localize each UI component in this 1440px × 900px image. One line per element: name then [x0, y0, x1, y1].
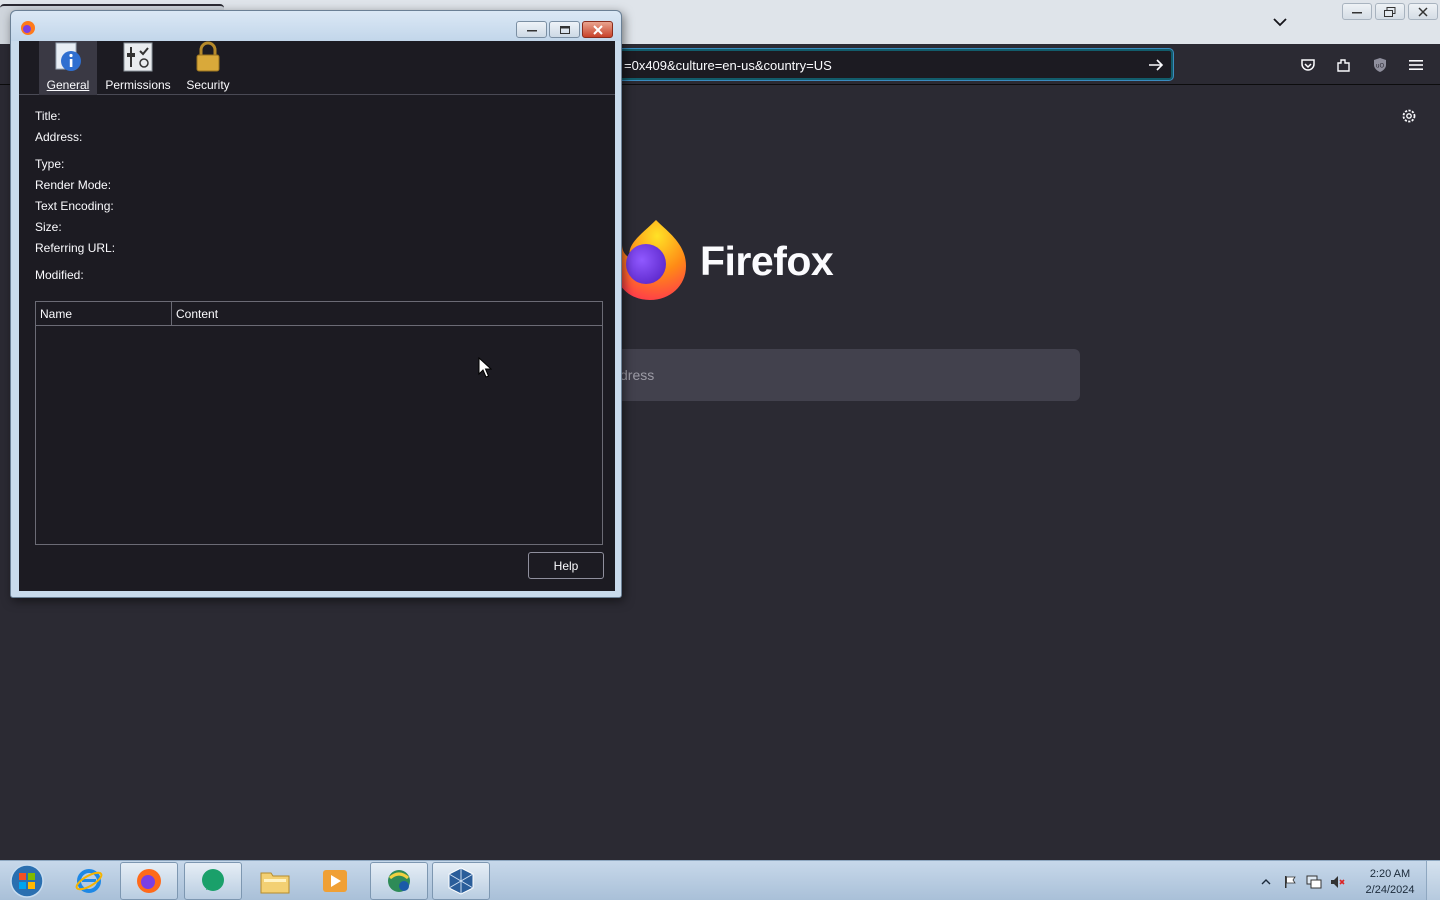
tab-permissions-label: Permissions	[105, 78, 171, 92]
firefox-logo-icon	[614, 220, 686, 300]
globe-download-icon	[388, 870, 410, 892]
modified-label: Modified:	[35, 268, 84, 282]
firefox-taskbar-icon	[137, 869, 161, 893]
lock-icon	[196, 41, 220, 72]
svg-text:uO: uO	[1376, 63, 1385, 70]
address-label: Address:	[35, 130, 83, 144]
dialog-maximize-button[interactable]	[549, 21, 580, 38]
browser-restore-button[interactable]	[1375, 3, 1405, 20]
dialog-close-button[interactable]	[582, 21, 613, 38]
dialog-minimize-button[interactable]	[516, 21, 547, 38]
browser-minimize-button[interactable]	[1342, 3, 1372, 20]
meta-tags-table[interactable]: Name Content	[35, 301, 603, 545]
tab-security-label: Security	[186, 78, 230, 92]
go-arrow-icon[interactable]	[1147, 56, 1165, 74]
taskbar-media-player[interactable]	[306, 862, 364, 900]
dialog-body: General Permissions Security Title: Addr…	[19, 41, 615, 591]
dialog-tab-bar: General Permissions Security	[19, 41, 615, 95]
taskbar-internet-explorer[interactable]	[60, 862, 118, 900]
tab-security[interactable]: Security	[179, 41, 237, 95]
ublock-shield-icon[interactable]: uO	[1370, 55, 1390, 75]
media-player-icon	[323, 870, 347, 892]
settings-gear-icon[interactable]	[1399, 106, 1419, 126]
show-hidden-icons-icon[interactable]	[1258, 874, 1274, 890]
show-desktop-button[interactable]	[1426, 861, 1440, 900]
url-text[interactable]: =0x409&culture=en-us&country=US	[624, 58, 832, 73]
pocket-icon[interactable]	[1298, 55, 1318, 75]
title-label: Title:	[35, 109, 61, 123]
info-icon	[55, 42, 81, 71]
virtualbox-icon	[448, 867, 474, 895]
url-bar[interactable]: =0x409&culture=en-us&country=US	[600, 49, 1173, 80]
extensions-icon[interactable]	[1334, 55, 1354, 75]
folder-icon	[260, 872, 290, 894]
search-placeholder: dress	[620, 367, 655, 383]
size-label: Size:	[35, 220, 62, 234]
firefox-wordmark: Firefox	[700, 238, 834, 284]
network-icon[interactable]	[1306, 874, 1322, 890]
system-tray	[1258, 873, 1346, 891]
start-orb-icon[interactable]	[6, 863, 48, 899]
help-button[interactable]: Help	[528, 552, 604, 579]
taskbar-green-app[interactable]	[184, 862, 242, 900]
green-bubble-icon	[202, 869, 224, 891]
system-clock[interactable]: 2:20 AM 2/24/2024	[1358, 866, 1422, 898]
tab-permissions[interactable]: Permissions	[103, 41, 173, 95]
page-info-dialog: General Permissions Security Title: Addr…	[10, 10, 622, 598]
internet-explorer-icon	[75, 869, 103, 893]
browser-close-button[interactable]	[1408, 3, 1438, 20]
clock-time: 2:20 AM	[1369, 868, 1411, 880]
taskbar-network-app[interactable]	[370, 862, 428, 900]
volume-muted-icon[interactable]	[1330, 874, 1346, 890]
taskbar-virtualbox[interactable]	[432, 862, 490, 900]
app-menu-icon[interactable]	[1406, 55, 1426, 75]
table-header: Name Content	[36, 302, 602, 326]
column-content-header[interactable]: Content	[172, 302, 602, 325]
render-mode-label: Render Mode:	[35, 178, 112, 192]
firefox-app-icon	[21, 21, 35, 35]
mouse-cursor-icon	[478, 357, 492, 378]
list-all-tabs-chevron-icon[interactable]	[1268, 10, 1292, 34]
text-encoding-label: Text Encoding:	[35, 199, 114, 213]
newtab-search-box[interactable]: dress	[600, 349, 1080, 401]
taskbar-file-explorer[interactable]	[246, 862, 304, 900]
referring-url-label: Referring URL:	[35, 241, 116, 255]
taskbar-firefox[interactable]	[120, 862, 178, 900]
clock-date: 2/24/2024	[1365, 884, 1415, 896]
permissions-icon	[123, 42, 153, 72]
type-label: Type:	[35, 157, 65, 171]
action-center-flag-icon[interactable]	[1282, 874, 1298, 890]
column-name-header[interactable]: Name	[36, 302, 172, 325]
tab-general-label: General	[46, 78, 90, 92]
tab-general[interactable]: General	[39, 41, 97, 95]
taskbar: 2:20 AM 2/24/2024	[0, 860, 1440, 900]
dialog-titlebar[interactable]	[11, 11, 621, 41]
